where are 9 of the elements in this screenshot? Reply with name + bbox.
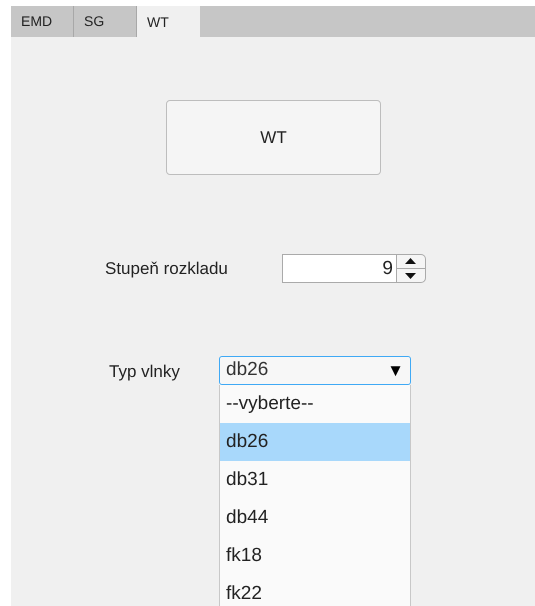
dropdown-field[interactable]: db26 ▼ xyxy=(219,356,411,385)
spinner-label: Stupeň rozkladu xyxy=(105,258,229,280)
stepper-control[interactable] xyxy=(397,254,426,283)
tab[interactable]: WT xyxy=(137,6,200,37)
dropdown-arrow[interactable]: ▼ xyxy=(387,358,404,384)
dropdown-label: Typ vlnky xyxy=(109,361,181,383)
dropdown-option[interactable]: db26 xyxy=(220,423,410,461)
number-field[interactable]: 9 xyxy=(282,254,397,283)
wt-button[interactable]: WT xyxy=(166,100,381,175)
